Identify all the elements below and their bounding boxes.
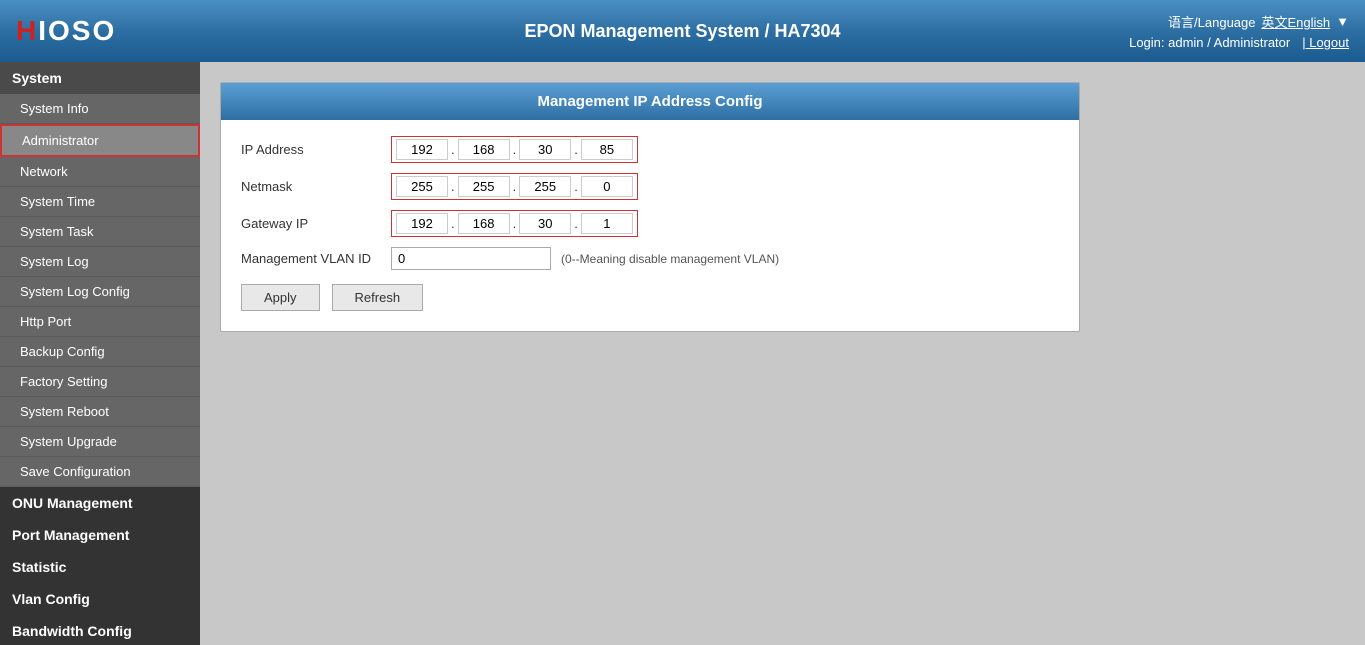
ip-address-fields: . . . <box>391 136 638 163</box>
gateway-dot-1: . <box>448 216 458 231</box>
gateway-octet-3[interactable] <box>519 213 571 234</box>
logo-rest: IOSO <box>38 15 116 46</box>
logout-link[interactable]: | Logout <box>1302 35 1349 50</box>
sidebar-item-administrator[interactable]: Administrator <box>0 124 200 157</box>
sidebar-item-system-upgrade[interactable]: System Upgrade <box>0 427 200 457</box>
sidebar-item-system-info[interactable]: System Info <box>0 94 200 124</box>
language-value[interactable]: 英文English <box>1261 12 1330 31</box>
system-group: System <box>0 62 200 94</box>
gateway-octet-2[interactable] <box>458 213 510 234</box>
sidebar-item-system-log-config[interactable]: System Log Config <box>0 277 200 307</box>
refresh-button[interactable]: Refresh <box>332 284 424 311</box>
layout: System System Info Administrator Network… <box>0 62 1365 645</box>
netmask-fields: . . . <box>391 173 638 200</box>
vlan-row: Management VLAN ID (0--Meaning disable m… <box>241 247 1059 270</box>
ip-octet-4[interactable] <box>581 139 633 160</box>
ip-octet-2[interactable] <box>458 139 510 160</box>
sidebar-item-system-task[interactable]: System Task <box>0 217 200 247</box>
gateway-ip-row: Gateway IP . . . <box>241 210 1059 237</box>
logo-text: HIOSO <box>16 15 116 47</box>
sidebar-item-system-reboot[interactable]: System Reboot <box>0 397 200 427</box>
sidebar-group-port-management[interactable]: Port Management <box>0 519 200 551</box>
ip-octet-3[interactable] <box>519 139 571 160</box>
netmask-dot-2: . <box>510 179 520 194</box>
button-row: Apply Refresh <box>241 284 1059 311</box>
header: HIOSO EPON Management System / HA7304 语言… <box>0 0 1365 62</box>
netmask-row: Netmask . . . <box>241 173 1059 200</box>
netmask-octet-3[interactable] <box>519 176 571 197</box>
sidebar: System System Info Administrator Network… <box>0 62 200 645</box>
gateway-ip-label: Gateway IP <box>241 216 391 231</box>
header-login: Login: admin / Administrator | Logout <box>1129 35 1349 50</box>
sidebar-item-save-configuration[interactable]: Save Configuration <box>0 457 200 487</box>
gateway-dot-2: . <box>510 216 520 231</box>
netmask-dot-1: . <box>448 179 458 194</box>
netmask-octet-4[interactable] <box>581 176 633 197</box>
ip-octet-1[interactable] <box>396 139 448 160</box>
sidebar-group-statistic[interactable]: Statistic <box>0 551 200 583</box>
ip-dot-1: . <box>448 142 458 157</box>
gateway-ip-fields: . . . <box>391 210 638 237</box>
vlan-id-input[interactable] <box>391 247 551 270</box>
login-text: Login: admin / Administrator <box>1129 35 1290 50</box>
card-body: IP Address . . . Netmask <box>221 120 1079 331</box>
vlan-hint: (0--Meaning disable management VLAN) <box>561 252 779 266</box>
sidebar-item-system-time[interactable]: System Time <box>0 187 200 217</box>
vlan-id-label: Management VLAN ID <box>241 251 391 266</box>
sidebar-group-vlan-config[interactable]: Vlan Config <box>0 583 200 615</box>
sidebar-item-factory-setting[interactable]: Factory Setting <box>0 367 200 397</box>
header-right: 语言/Language 英文English ▼ Login: admin / A… <box>1129 0 1349 62</box>
ip-address-row: IP Address . . . <box>241 136 1059 163</box>
management-ip-card: Management IP Address Config IP Address … <box>220 82 1080 332</box>
ip-address-label: IP Address <box>241 142 391 157</box>
logo-h: H <box>16 15 38 46</box>
apply-button[interactable]: Apply <box>241 284 320 311</box>
dropdown-icon: ▼ <box>1336 14 1349 29</box>
gateway-octet-4[interactable] <box>581 213 633 234</box>
sidebar-group-bandwidth-config[interactable]: Bandwidth Config <box>0 615 200 645</box>
sidebar-group-onu-management[interactable]: ONU Management <box>0 487 200 519</box>
sidebar-item-network[interactable]: Network <box>0 157 200 187</box>
header-title: EPON Management System / HA7304 <box>524 21 840 42</box>
netmask-dot-3: . <box>571 179 581 194</box>
logo: HIOSO <box>16 15 116 47</box>
ip-dot-2: . <box>510 142 520 157</box>
sidebar-item-system-log[interactable]: System Log <box>0 247 200 277</box>
sidebar-item-backup-config[interactable]: Backup Config <box>0 337 200 367</box>
header-lang: 语言/Language 英文English ▼ <box>1168 12 1349 31</box>
ip-dot-3: . <box>571 142 581 157</box>
netmask-octet-2[interactable] <box>458 176 510 197</box>
netmask-label: Netmask <box>241 179 391 194</box>
card-header: Management IP Address Config <box>221 83 1079 120</box>
sidebar-item-http-port[interactable]: Http Port <box>0 307 200 337</box>
gateway-dot-3: . <box>571 216 581 231</box>
language-label: 语言/Language <box>1168 12 1255 31</box>
gateway-octet-1[interactable] <box>396 213 448 234</box>
main-content: Management IP Address Config IP Address … <box>200 62 1365 645</box>
netmask-octet-1[interactable] <box>396 176 448 197</box>
